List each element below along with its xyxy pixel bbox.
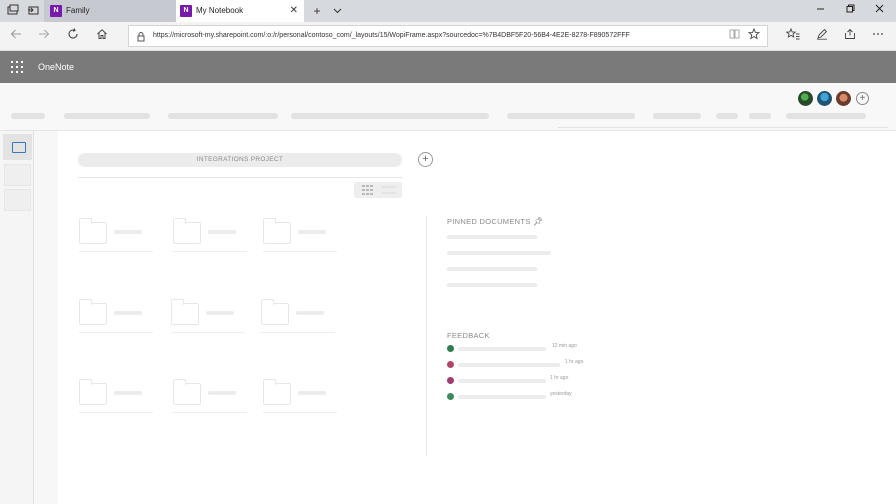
tab-family[interactable]: N Family	[44, 0, 176, 22]
onenote-icon: N	[50, 5, 62, 17]
folder-icon	[261, 299, 289, 325]
ribbon-placeholder-bar	[507, 113, 635, 119]
feedback-time: 12 min ago	[552, 343, 577, 349]
folder-card[interactable]	[261, 299, 337, 339]
ribbon-placeholder-bar	[653, 113, 701, 119]
refresh-icon[interactable]	[65, 28, 81, 44]
set-aside-tabs-icon[interactable]	[6, 4, 20, 18]
share-icon[interactable]	[842, 28, 858, 44]
new-tab-button[interactable]: +	[310, 0, 324, 22]
folder-card[interactable]	[263, 379, 339, 419]
ribbon-placeholder-bar	[786, 113, 866, 119]
folder-icon	[263, 218, 291, 244]
pinned-document-item[interactable]	[447, 251, 551, 255]
ribbon-placeholder-bar	[291, 113, 489, 119]
folder-card[interactable]	[173, 379, 249, 419]
app-launcher-icon[interactable]	[11, 61, 23, 73]
project-title[interactable]: INTEGRATIONS PROJECT	[78, 153, 402, 167]
view-toggle[interactable]	[354, 182, 402, 198]
ribbon-underline	[558, 127, 888, 128]
folder-icon	[171, 299, 199, 325]
close-tab-icon[interactable]: ✕	[290, 0, 298, 22]
avatar	[447, 345, 454, 352]
pinned-document-item[interactable]	[447, 267, 537, 271]
forward-arrow-icon[interactable]	[36, 28, 52, 44]
reading-view-icon[interactable]	[726, 28, 742, 44]
ribbon-placeholder-bar	[11, 113, 45, 119]
favorites-hub-icon[interactable]	[785, 27, 801, 44]
tab-title: My Notebook	[196, 6, 244, 15]
folder-card[interactable]	[79, 379, 155, 419]
url-text: https://microsoft-my.sharepoint.com/:o:/…	[153, 32, 630, 39]
ribbon-placeholder-bar	[716, 113, 738, 119]
pin-icon[interactable]: 📌︎	[533, 217, 543, 226]
folder-card[interactable]	[173, 218, 249, 258]
grid-view-icon[interactable]	[362, 185, 374, 195]
home-icon[interactable]	[94, 28, 110, 44]
favorite-star-icon[interactable]	[746, 27, 762, 44]
browser-navigation-bar: https://microsoft-my.sharepoint.com/:o:/…	[0, 22, 896, 51]
list-view-icon[interactable]	[382, 186, 396, 194]
tab-title: Family	[66, 6, 90, 15]
avatar[interactable]	[816, 90, 833, 107]
browser-tab-bar: N Family N My Notebook ✕ +	[0, 0, 896, 22]
folder-icon	[173, 379, 201, 405]
folder-icon	[263, 379, 291, 405]
back-arrow-icon[interactable]	[8, 28, 24, 44]
section-tab-placeholder[interactable]	[4, 189, 31, 211]
pinned-document-item[interactable]	[447, 283, 537, 287]
folder-icon	[79, 299, 107, 325]
app-name[interactable]: OneNote	[38, 51, 74, 83]
close-window-button[interactable]	[864, 0, 894, 22]
add-icon[interactable]: +	[418, 152, 433, 167]
ribbon-placeholder: +	[0, 83, 896, 131]
address-bar[interactable]: https://microsoft-my.sharepoint.com/:o:/…	[128, 25, 768, 47]
folder-icon	[79, 379, 107, 405]
add-person-icon[interactable]: +	[856, 92, 869, 105]
avatar[interactable]	[835, 90, 852, 107]
ribbon-placeholder-bar	[749, 113, 771, 119]
section-tab-placeholder[interactable]	[4, 164, 31, 186]
feedback-time: 1 hr ago	[565, 359, 584, 365]
feedback-heading: FEEDBACK	[447, 331, 490, 340]
lock-icon	[137, 30, 145, 42]
pinned-documents-heading: PINNED DOCUMENTS 📌︎	[447, 217, 543, 226]
chevron-down-icon[interactable]	[330, 0, 344, 22]
folder-card[interactable]	[79, 218, 155, 258]
ribbon-placeholder-bar	[64, 113, 150, 119]
minimize-button[interactable]	[805, 0, 835, 22]
folder-card[interactable]	[171, 299, 247, 339]
folder-icon	[173, 218, 201, 244]
tab-my-notebook[interactable]: N My Notebook ✕	[176, 0, 304, 22]
avatar[interactable]	[797, 90, 814, 107]
folder-icon	[79, 218, 107, 244]
divider	[78, 177, 402, 178]
folder-icon	[12, 142, 26, 153]
tab-preview-icon[interactable]	[26, 4, 40, 18]
folder-card[interactable]	[79, 299, 155, 339]
avatar	[447, 377, 454, 384]
more-options-icon[interactable]	[870, 28, 886, 44]
feedback-time: 1 hr ago	[550, 375, 569, 381]
avatar	[447, 393, 454, 400]
feedback-time: yesterday	[550, 391, 572, 397]
pen-annotate-icon[interactable]	[814, 28, 830, 44]
notebooks-nav-button[interactable]	[3, 134, 32, 160]
ribbon-placeholder-bar	[168, 113, 278, 119]
page-gutter	[34, 131, 58, 504]
pinned-documents-title: PINNED DOCUMENTS	[447, 217, 531, 226]
restore-button[interactable]	[835, 0, 865, 22]
column-divider	[426, 216, 427, 456]
folder-card[interactable]	[263, 218, 339, 258]
onenote-header: OneNote	[0, 51, 896, 83]
pinned-document-item[interactable]	[447, 235, 537, 239]
onenote-icon: N	[180, 5, 192, 17]
avatar	[447, 361, 454, 368]
left-navigation-rail	[0, 131, 34, 504]
